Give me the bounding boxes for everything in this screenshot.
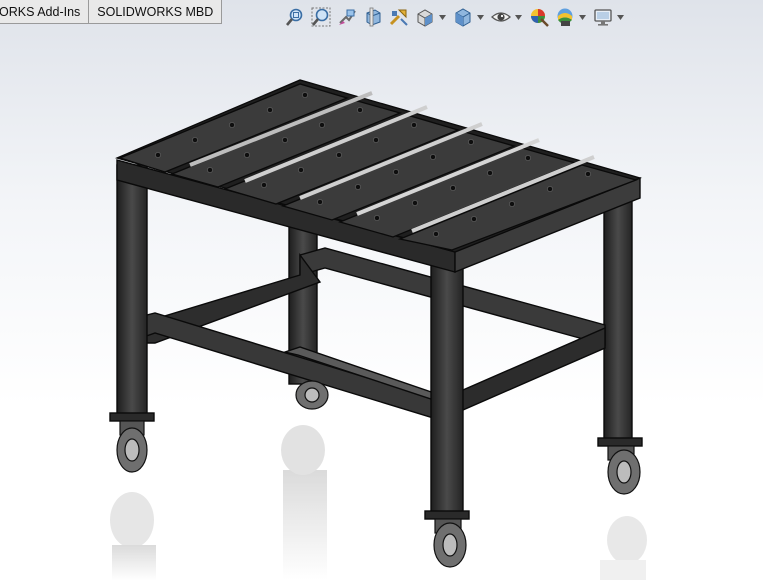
section-view-icon[interactable]: [362, 6, 384, 28]
hide-show-dropdown-icon[interactable]: [514, 6, 522, 28]
view-orientation-icon[interactable]: [414, 6, 436, 28]
floor-reflection: [110, 425, 647, 580]
dynamic-annotation-views-icon[interactable]: [388, 6, 410, 28]
view-settings-dropdown-icon[interactable]: [616, 6, 624, 28]
zoom-to-area-icon[interactable]: [310, 6, 332, 28]
casters: [116, 380, 641, 568]
graphics-area[interactable]: [0, 30, 763, 580]
command-manager-tabs: ORKS Add-Ins SOLIDWORKS MBD: [0, 0, 223, 26]
tab-solidworks-mbd[interactable]: SOLIDWORKS MBD: [89, 0, 223, 24]
edit-appearance-icon[interactable]: [528, 6, 550, 28]
welding-table-model[interactable]: [0, 30, 763, 580]
apply-scene-icon[interactable]: [554, 6, 576, 28]
tab-add-ins[interactable]: ORKS Add-Ins: [0, 0, 90, 24]
zoom-to-fit-icon[interactable]: [284, 6, 306, 28]
hide-show-items-icon[interactable]: [490, 6, 512, 28]
view-orientation-dropdown-icon[interactable]: [438, 6, 446, 28]
display-style-dropdown-icon[interactable]: [476, 6, 484, 28]
heads-up-view-toolbar: [284, 5, 630, 29]
display-style-icon[interactable]: [452, 6, 474, 28]
view-settings-icon[interactable]: [592, 6, 614, 28]
lower-frame: [134, 247, 606, 422]
apply-scene-dropdown-icon[interactable]: [578, 6, 586, 28]
previous-view-icon[interactable]: [336, 6, 358, 28]
